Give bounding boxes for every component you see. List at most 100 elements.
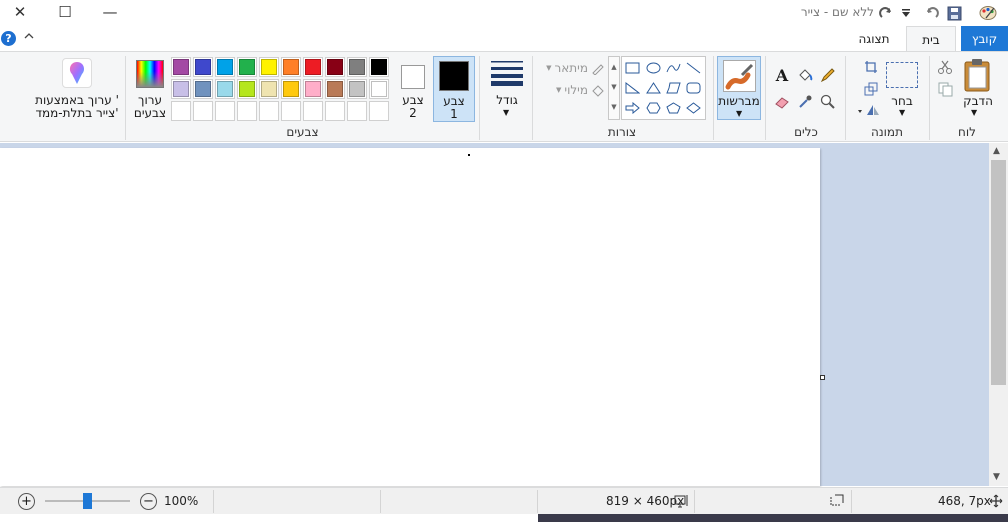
swatch-fill xyxy=(349,103,365,119)
quick-access-redo-button[interactable] xyxy=(877,4,895,22)
custom-color-slot[interactable] xyxy=(259,101,279,121)
select-button[interactable] xyxy=(886,62,918,88)
shape-pentagon-icon[interactable] xyxy=(665,100,682,116)
brushes-dropdown[interactable]: ▼ xyxy=(736,109,742,118)
shape-triangle-icon[interactable] xyxy=(645,80,662,96)
magnifier-tool-button[interactable] xyxy=(818,92,838,112)
window-title: ללא שם - צייר xyxy=(800,5,874,19)
custom-color-slot[interactable] xyxy=(325,101,345,121)
cursor-position: 468, 7px xyxy=(938,494,991,508)
size-dropdown[interactable]: ▼ xyxy=(503,108,509,117)
palette-swatch[interactable] xyxy=(347,57,367,77)
paste-button[interactable] xyxy=(961,57,995,97)
custom-color-slot[interactable] xyxy=(369,101,389,121)
custom-color-slot[interactable] xyxy=(303,101,323,121)
brushes-button[interactable]: מברשות ▼ xyxy=(717,56,761,120)
eraser-tool-button[interactable] xyxy=(772,92,792,112)
group-separator xyxy=(929,56,930,140)
edit-with-paint3d-button[interactable]: ערוך באמצעות ' צייר בתלת-ממד' xyxy=(32,57,122,121)
chevron-up-icon[interactable]: ▲ xyxy=(993,146,1000,156)
tab-view[interactable]: תצוגה xyxy=(846,26,902,51)
maximize-button[interactable]: ☐ xyxy=(45,0,85,24)
palette-swatch[interactable] xyxy=(303,79,323,99)
palette-swatch[interactable] xyxy=(215,79,235,99)
drawing-canvas[interactable] xyxy=(0,148,820,486)
magnifier-icon xyxy=(820,94,835,109)
minimize-button[interactable]: — xyxy=(90,0,130,24)
shape-curve-icon[interactable] xyxy=(665,60,682,76)
quick-access-dropdown[interactable] xyxy=(897,4,915,22)
palette-swatch[interactable] xyxy=(325,57,345,77)
palette-swatch[interactable] xyxy=(325,79,345,99)
rotate-button[interactable] xyxy=(856,100,882,120)
palette-swatch[interactable] xyxy=(171,57,191,77)
color-picker-tool-button[interactable] xyxy=(795,92,815,112)
custom-color-slot[interactable] xyxy=(237,101,257,121)
palette-swatch[interactable] xyxy=(281,57,301,77)
canvas-resize-handle[interactable] xyxy=(820,375,825,380)
tab-home[interactable]: בית xyxy=(906,26,956,52)
fill-tool-button[interactable] xyxy=(795,65,815,85)
copy-button[interactable] xyxy=(935,79,955,99)
cut-button[interactable] xyxy=(935,57,955,77)
pencil-tool-button[interactable] xyxy=(818,65,838,85)
palette-swatch[interactable] xyxy=(193,79,213,99)
shape-oval-icon[interactable] xyxy=(645,60,662,76)
palette-swatch[interactable] xyxy=(171,79,191,99)
help-button[interactable]: ? xyxy=(1,31,16,46)
outline-button[interactable]: ▼ מיתאר xyxy=(545,60,605,76)
palette-swatch[interactable] xyxy=(369,79,389,99)
chevron-down-icon[interactable]: ▼ xyxy=(993,472,1000,482)
close-button[interactable]: ✕ xyxy=(0,0,40,24)
shape-line-icon[interactable] xyxy=(685,60,702,76)
select-dropdown[interactable]: ▼ xyxy=(899,108,905,117)
shape-arrow-icon[interactable] xyxy=(624,100,641,116)
zoom-level: 100% xyxy=(164,494,199,508)
tab-file[interactable]: קובץ xyxy=(961,26,1008,51)
shape-hexagon-icon[interactable] xyxy=(645,100,662,116)
crop-button[interactable] xyxy=(861,57,881,77)
shape-rectangle-icon[interactable] xyxy=(624,60,641,76)
palette-swatch[interactable] xyxy=(259,79,279,99)
resize-button[interactable] xyxy=(861,79,881,99)
collapse-ribbon-button[interactable] xyxy=(24,30,34,43)
shapes-scroll[interactable]: ▲ ▼ ▼ xyxy=(608,56,620,120)
zoom-in-button[interactable]: + xyxy=(18,493,35,510)
scrollbar-thumb[interactable] xyxy=(991,160,1006,385)
palette-swatch[interactable] xyxy=(237,79,257,99)
save-button[interactable] xyxy=(945,4,963,22)
palette-swatch[interactable] xyxy=(347,79,367,99)
palette-swatch[interactable] xyxy=(237,57,257,77)
edit-colors-button[interactable]: ערוך צבעים xyxy=(133,57,167,121)
custom-color-slot[interactable] xyxy=(347,101,367,121)
color2-button[interactable]: צבע 2 xyxy=(396,56,430,122)
palette-swatch[interactable] xyxy=(303,57,323,77)
chevron-up-icon xyxy=(24,33,34,39)
paste-dropdown[interactable]: ▼ xyxy=(971,108,977,117)
paint-bucket-icon xyxy=(799,69,813,81)
shape-rounded-rectangle-icon[interactable] xyxy=(685,80,702,96)
palette-swatch[interactable] xyxy=(369,57,389,77)
palette-swatch[interactable] xyxy=(193,57,213,77)
custom-color-slot[interactable] xyxy=(215,101,235,121)
fill-button[interactable]: ▼ מילוי xyxy=(545,82,605,98)
color1-button[interactable]: צבע 1 xyxy=(433,56,475,122)
zoom-out-button[interactable]: − xyxy=(140,493,157,510)
chevron-up-icon[interactable]: ▲ xyxy=(609,57,619,77)
chevron-down-icon[interactable]: ▼ xyxy=(609,77,619,97)
outline-label: מיתאר xyxy=(554,61,588,75)
size-button[interactable]: גודל ▼ xyxy=(488,57,526,119)
custom-color-slot[interactable] xyxy=(193,101,213,121)
shape-polygon-icon[interactable] xyxy=(665,80,682,96)
palette-swatch[interactable] xyxy=(259,57,279,77)
quick-access-redo-arrow-button[interactable] xyxy=(923,4,941,22)
custom-color-slot[interactable] xyxy=(171,101,191,121)
expand-icon[interactable]: ▼ xyxy=(609,97,619,117)
shape-right-triangle-icon[interactable] xyxy=(624,80,641,96)
shape-diamond-icon[interactable] xyxy=(685,100,702,116)
zoom-slider-thumb[interactable] xyxy=(83,493,92,509)
text-tool-button[interactable]: A xyxy=(772,65,792,85)
custom-color-slot[interactable] xyxy=(281,101,301,121)
palette-swatch[interactable] xyxy=(281,79,301,99)
palette-swatch[interactable] xyxy=(215,57,235,77)
